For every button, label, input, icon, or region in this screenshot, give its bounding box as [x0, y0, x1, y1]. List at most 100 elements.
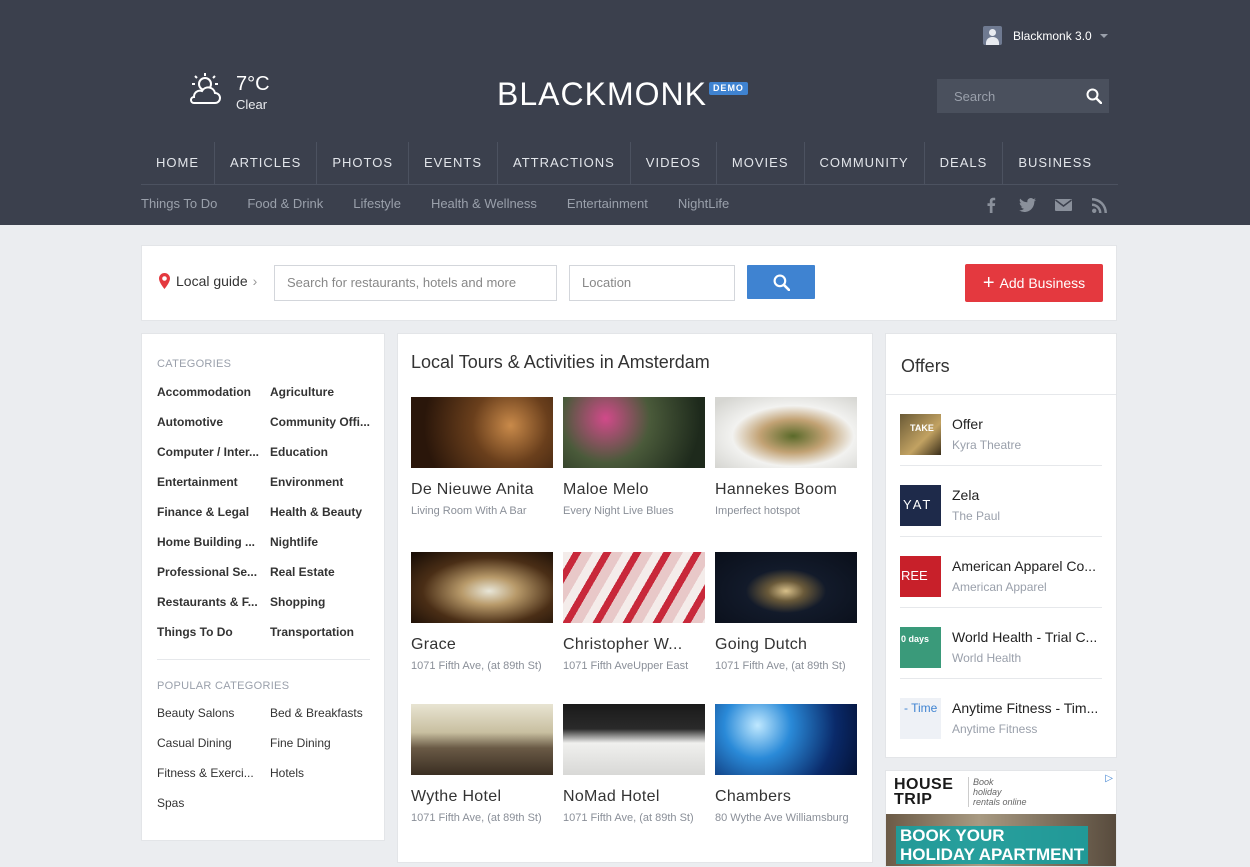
tour-photo: [563, 552, 705, 623]
tour-desc: 1071 Fifth AveUpper East: [563, 660, 689, 672]
category-link[interactable]: Accommodation: [157, 377, 270, 407]
popular-category-link[interactable]: Fine Dining: [270, 728, 370, 758]
offer-item[interactable]: REE American Apparel Co... American Appa…: [900, 537, 1102, 608]
tour-card[interactable]: De Nieuwe Anita Living Room With A Bar: [411, 397, 553, 517]
popular-category-link[interactable]: Beauty Salons: [157, 698, 270, 728]
add-business-label: Add Business: [999, 275, 1086, 291]
category-link[interactable]: Transportation: [270, 617, 370, 647]
subnav-lifestyle[interactable]: Lifestyle: [353, 196, 401, 211]
offer-thumbnail-text: YAT: [903, 497, 933, 512]
offer-thumbnail-text: - Time: [904, 701, 938, 715]
search-icon[interactable]: [1079, 79, 1109, 113]
category-link[interactable]: Things To Do: [157, 617, 270, 647]
facebook-icon[interactable]: [982, 196, 1000, 214]
tour-name: Christopher W...: [563, 636, 683, 653]
nav-community[interactable]: COMMUNITY: [805, 142, 925, 184]
offer-item[interactable]: YAT Zela The Paul: [900, 466, 1102, 537]
popular-category-link[interactable]: Bed & Breakfasts: [270, 698, 370, 728]
ad-tagline: Book holiday rentals online: [968, 777, 1027, 807]
tour-name: De Nieuwe Anita: [411, 481, 534, 498]
tour-card[interactable]: Wythe Hotel 1071 Fifth Ave, (at 89th St): [411, 704, 553, 824]
tour-card[interactable]: Grace 1071 Fifth Ave, (at 89th St): [411, 552, 553, 672]
category-link[interactable]: Health & Beauty: [270, 497, 370, 527]
header-search-input[interactable]: Search: [937, 79, 1109, 113]
popular-category-link[interactable]: Hotels: [270, 758, 370, 788]
nav-events[interactable]: EVENTS: [409, 142, 499, 184]
category-link[interactable]: Home Building ...: [157, 527, 270, 557]
tour-photo: [563, 397, 705, 468]
local-guide-link[interactable]: Local guide ›: [159, 273, 257, 289]
local-tours-panel: Local Tours & Activities in Amsterdam De…: [397, 333, 873, 863]
nav-deals[interactable]: DEALS: [925, 142, 1004, 184]
tour-card[interactable]: NoMad Hotel 1071 Fifth Ave, (at 89th St): [563, 704, 705, 824]
tour-name: Wythe Hotel: [411, 788, 502, 805]
category-link[interactable]: Professional Se...: [157, 557, 270, 587]
mail-icon[interactable]: [1054, 196, 1072, 214]
category-link[interactable]: Entertainment: [157, 467, 270, 497]
subnav-health-wellness[interactable]: Health & Wellness: [431, 196, 537, 211]
tour-photo: [411, 552, 553, 623]
guide-search-button[interactable]: [747, 265, 815, 299]
category-link[interactable]: Finance & Legal: [157, 497, 270, 527]
subnav-things-to-do[interactable]: Things To Do: [141, 196, 217, 211]
category-link[interactable]: Computer / Inter...: [157, 437, 270, 467]
nav-home[interactable]: HOME: [141, 142, 215, 184]
category-link[interactable]: Nightlife: [270, 527, 370, 557]
ad-tagline-line3: rentals online: [973, 797, 1027, 807]
tour-photo: [411, 704, 553, 775]
category-link[interactable]: Education: [270, 437, 370, 467]
tour-card[interactable]: Chambers 80 Wythe Ave Williamsburg: [715, 704, 857, 824]
tour-name: Going Dutch: [715, 636, 808, 653]
tour-photo: [715, 704, 857, 775]
tour-name: Grace: [411, 636, 457, 653]
category-link[interactable]: Shopping: [270, 587, 370, 617]
categories-panel: CATEGORIES Accommodation Agriculture Aut…: [141, 333, 385, 841]
popular-category-link[interactable]: Fitness & Exerci...: [157, 758, 270, 788]
tour-card[interactable]: Hannekes Boom Imperfect hotspot: [715, 397, 857, 517]
tour-photo: [715, 397, 857, 468]
offer-item[interactable]: TAKE Offer Kyra Theatre: [900, 395, 1102, 466]
popular-categories-list: Beauty Salons Bed & Breakfasts Casual Di…: [157, 698, 370, 818]
location-input[interactable]: Location: [569, 265, 735, 301]
category-link[interactable]: Community Offi...: [270, 407, 370, 437]
category-link[interactable]: Agriculture: [270, 377, 370, 407]
main-nav: HOME ARTICLES PHOTOS EVENTS ATTRACTIONS …: [141, 142, 1118, 185]
subnav-nightlife[interactable]: NightLife: [678, 196, 729, 211]
advertisement-banner[interactable]: HOUSE TRIP Book holiday rentals online ▷…: [885, 770, 1117, 867]
tour-card[interactable]: Going Dutch 1071 Fifth Ave, (at 89th St): [715, 552, 857, 672]
popular-category-link[interactable]: Casual Dining: [157, 728, 270, 758]
nav-business[interactable]: BUSINESS: [1003, 142, 1107, 184]
nav-attractions[interactable]: ATTRACTIONS: [498, 142, 631, 184]
nav-photos[interactable]: PHOTOS: [317, 142, 410, 184]
nav-videos[interactable]: VIDEOS: [631, 142, 717, 184]
offer-item[interactable]: 0 days World Health - Trial C... World H…: [900, 608, 1102, 679]
category-link[interactable]: Restaurants & F...: [157, 587, 270, 617]
ad-cta: BOOK YOUR HOLIDAY APARTMENT: [896, 826, 1089, 864]
add-business-button[interactable]: + Add Business: [965, 264, 1103, 302]
categories-divider: [157, 659, 370, 660]
nav-articles[interactable]: ARTICLES: [215, 142, 318, 184]
guide-search-input[interactable]: Search for restaurants, hotels and more: [274, 265, 557, 301]
site-logo[interactable]: BLACKMONK DEMO: [497, 78, 748, 110]
subnav-food-drink[interactable]: Food & Drink: [247, 196, 323, 211]
ad-choices-icon[interactable]: ▷: [1105, 773, 1113, 784]
category-link[interactable]: Automotive: [157, 407, 270, 437]
popular-category-link[interactable]: Spas: [157, 788, 270, 818]
category-link[interactable]: Environment: [270, 467, 370, 497]
offer-title: Zela: [952, 487, 980, 503]
twitter-icon[interactable]: [1018, 196, 1036, 214]
tour-photo: [563, 704, 705, 775]
subnav-entertainment[interactable]: Entertainment: [567, 196, 648, 211]
rss-icon[interactable]: [1090, 196, 1108, 214]
user-menu[interactable]: Blackmonk 3.0: [983, 26, 1108, 45]
ad-brand-logo: HOUSE TRIP: [894, 777, 953, 808]
ad-tagline-line1: Book: [973, 777, 994, 787]
nav-movies[interactable]: MOVIES: [717, 142, 805, 184]
offer-merchant: World Health: [952, 651, 1022, 665]
social-links: [982, 196, 1126, 214]
category-link[interactable]: Real Estate: [270, 557, 370, 587]
tour-card[interactable]: Maloe Melo Every Night Live Blues: [563, 397, 705, 517]
offer-title: Anytime Fitness - Tim...: [952, 700, 1099, 716]
tour-card[interactable]: Christopher W... 1071 Fifth AveUpper Eas…: [563, 552, 705, 672]
offer-item[interactable]: - Time Anytime Fitness - Tim... Anytime …: [900, 679, 1102, 750]
